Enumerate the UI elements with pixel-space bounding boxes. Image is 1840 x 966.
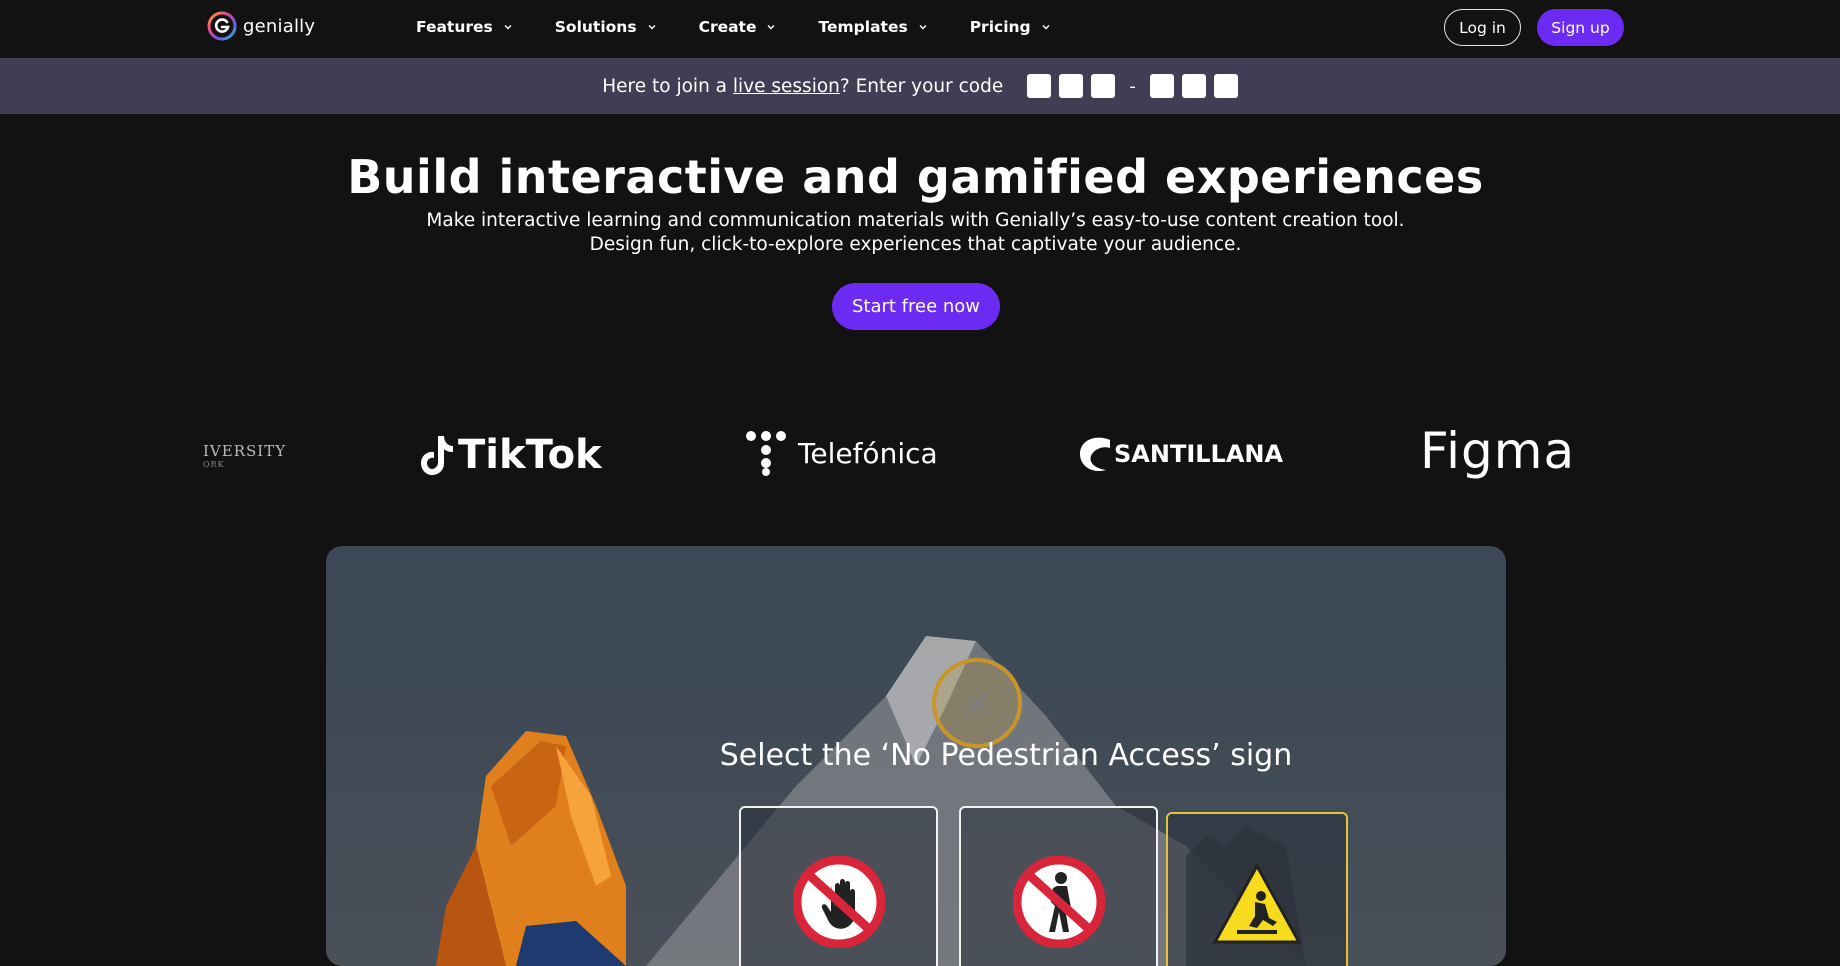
tiktok-logo: TikTok [420, 432, 602, 478]
university-logo: IVERSITY ORK [203, 442, 286, 469]
santillana-mark-icon [1080, 437, 1110, 472]
slip-warning-sign-icon [1212, 862, 1302, 944]
code-digit-6[interactable] [1213, 74, 1238, 98]
join-session-text: Here to join a live session? Enter your … [602, 76, 1003, 97]
live-session-link[interactable]: live session [733, 76, 840, 97]
university-logo-subtext: ORK [203, 460, 225, 469]
signup-button[interactable]: Sign up [1537, 9, 1624, 46]
code-digit-2[interactable] [1059, 74, 1084, 98]
tiktok-logo-text: TikTok [458, 432, 602, 478]
join-prefix: Here to join a [602, 75, 733, 97]
chevron-down-icon [1042, 24, 1050, 29]
chevron-down-icon [648, 24, 656, 29]
customer-logos: IVERSITY ORK TikTok Telefónica SANTILLAN… [0, 420, 1840, 490]
figma-logo: Figma [1420, 422, 1576, 480]
university-logo-text: IVERSITY [203, 442, 287, 460]
menu-features-label: Features [416, 17, 493, 36]
menu-solutions[interactable]: Solutions [555, 18, 657, 36]
santillana-logo-text: SANTILLANA [1114, 440, 1284, 468]
chevron-down-icon [767, 24, 775, 29]
tiktok-note-icon [421, 436, 453, 475]
genially-logo[interactable]: genially [207, 11, 315, 41]
interactive-demo-card: Select the ‘No Pedestrian Access’ sign [326, 546, 1506, 966]
quiz-question: Select the ‘No Pedestrian Access’ sign [719, 738, 1293, 773]
code-separator: - [1129, 75, 1136, 97]
telefonica-dots-icon [746, 431, 786, 476]
menu-solutions-label: Solutions [554, 17, 637, 36]
answer-option-no-entry-hand[interactable] [739, 806, 938, 966]
join-session-bar: Here to join a live session? Enter your … [0, 58, 1840, 114]
start-free-button[interactable]: Start free now [832, 283, 1000, 330]
chevron-down-icon [919, 24, 927, 29]
menu-pricing[interactable]: Pricing [970, 18, 1051, 36]
genially-logo-icon [207, 11, 237, 41]
menu-templates-label: Templates [818, 17, 908, 36]
menu-create-label: Create [698, 17, 757, 36]
close-icon [968, 694, 986, 712]
brand-name: genially [243, 15, 316, 37]
answer-option-no-pedestrian[interactable] [959, 806, 1158, 966]
telefonica-logo-text: Telefónica [798, 436, 938, 470]
code-digit-1[interactable] [1027, 74, 1052, 98]
main-menu: Features Solutions Create Templates Pric… [416, 0, 1093, 53]
menu-pricing-label: Pricing [969, 17, 1031, 36]
answer-option-slip-warning[interactable] [1166, 812, 1348, 966]
no-entry-hand-sign-icon [792, 856, 885, 948]
code-digit-3[interactable] [1091, 74, 1116, 98]
join-suffix: ? Enter your code [839, 75, 1004, 97]
menu-create[interactable]: Create [699, 18, 777, 36]
hero-subtitle: Make interactive learning and communicat… [426, 210, 1405, 255]
code-digit-5[interactable] [1181, 74, 1206, 98]
menu-templates[interactable]: Templates [818, 18, 927, 36]
code-digit-4[interactable] [1149, 74, 1174, 98]
top-navigation: genially Features Solutions Create Templ… [0, 0, 1840, 58]
chevron-down-icon [504, 24, 512, 29]
menu-features[interactable]: Features [416, 18, 513, 36]
santillana-logo: SANTILLANA [1076, 432, 1283, 476]
hero-title: Build interactive and gamified experienc… [347, 150, 1484, 204]
login-button[interactable]: Log in [1444, 9, 1521, 46]
no-pedestrian-sign-icon [1012, 856, 1105, 948]
close-button[interactable] [932, 658, 1022, 748]
telefonica-logo: Telefónica [744, 430, 938, 476]
